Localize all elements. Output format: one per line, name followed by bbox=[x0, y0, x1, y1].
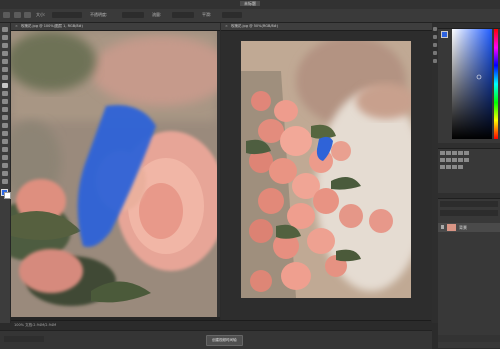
brush-settings-icon[interactable] bbox=[24, 12, 31, 18]
invert-icon[interactable] bbox=[440, 165, 445, 169]
document-window-right: × 玫瑰花.jpg @ 50%(RGB/8#) bbox=[221, 23, 437, 320]
right-panels: 背景 bbox=[438, 23, 500, 348]
hand-tool-icon[interactable] bbox=[2, 171, 8, 176]
rose-photo-zoomed bbox=[11, 31, 217, 317]
rose-bouquet-photo bbox=[241, 41, 411, 298]
marquee-tool-icon[interactable] bbox=[2, 35, 8, 40]
smoothing-field[interactable] bbox=[222, 12, 242, 18]
background-color-swatch[interactable] bbox=[4, 192, 11, 199]
paragraph-icon[interactable] bbox=[433, 59, 437, 63]
adjustment-icons-row-3 bbox=[440, 165, 464, 170]
scrollbar-left[interactable] bbox=[217, 31, 220, 317]
tools-panel bbox=[0, 23, 11, 323]
size-label: 大小: bbox=[36, 12, 46, 17]
create-video-timeline-button[interactable]: 创建视频时间轴 bbox=[206, 335, 243, 346]
blend-mode-select[interactable] bbox=[440, 210, 498, 216]
document-tab-left[interactable]: × 玫瑰花.jpg @ 100%(图层 1, RGB/8#) bbox=[11, 23, 220, 31]
clone-stamp-tool-icon[interactable] bbox=[2, 91, 8, 96]
magic-wand-tool-icon[interactable] bbox=[2, 51, 8, 56]
size-field[interactable] bbox=[52, 12, 82, 18]
window-title: 未标题 bbox=[0, 1, 500, 7]
history-brush-tool-icon[interactable] bbox=[2, 99, 8, 104]
brush-preset-icon[interactable] bbox=[14, 12, 21, 18]
canvas-right[interactable] bbox=[241, 41, 411, 298]
hue-saturation-icon[interactable] bbox=[440, 158, 445, 162]
path-selection-tool-icon[interactable] bbox=[2, 155, 8, 160]
home-icon[interactable] bbox=[3, 12, 10, 18]
move-tool-icon[interactable] bbox=[2, 27, 8, 32]
photo-filter-icon[interactable] bbox=[458, 158, 463, 162]
brush-tool-icon[interactable] bbox=[2, 83, 8, 88]
artboard-right bbox=[221, 31, 437, 320]
adjustment-icons-row-1 bbox=[440, 151, 470, 156]
eyedropper-tool-icon[interactable] bbox=[2, 67, 8, 72]
adjustments-panel-header bbox=[438, 143, 500, 149]
flow-field[interactable] bbox=[172, 12, 194, 18]
gradient-tool-icon[interactable] bbox=[2, 115, 8, 120]
levels-icon[interactable] bbox=[446, 151, 451, 155]
document-tab-right[interactable]: × 玫瑰花.jpg @ 50%(RGB/8#) bbox=[221, 23, 437, 31]
type-tool-icon[interactable] bbox=[2, 147, 8, 152]
shape-tool-icon[interactable] bbox=[2, 163, 8, 168]
document-status: 100% 文档:2.94M/2.94M bbox=[14, 323, 57, 327]
timeline-panel: 创建视频时间轴 bbox=[0, 330, 432, 349]
posterize-icon[interactable] bbox=[446, 165, 451, 169]
dodge-tool-icon[interactable] bbox=[2, 131, 8, 136]
blur-tool-icon[interactable] bbox=[2, 123, 8, 128]
smoothing-label: 平滑: bbox=[202, 12, 212, 17]
curves-icon[interactable] bbox=[452, 151, 457, 155]
adjustments-icon[interactable] bbox=[433, 43, 437, 47]
close-icon[interactable]: × bbox=[15, 24, 18, 28]
color-picker-field[interactable] bbox=[452, 29, 492, 139]
lasso-tool-icon[interactable] bbox=[2, 43, 8, 48]
title-bar: 未标题 bbox=[0, 0, 500, 9]
opacity-field[interactable] bbox=[122, 12, 144, 18]
black-white-icon[interactable] bbox=[452, 158, 457, 162]
color-balance-icon[interactable] bbox=[446, 158, 451, 162]
layer-thumbnail bbox=[447, 224, 456, 231]
channel-mixer-icon[interactable] bbox=[464, 158, 469, 162]
properties-icon[interactable] bbox=[433, 35, 437, 39]
pen-tool-icon[interactable] bbox=[2, 139, 8, 144]
eye-icon[interactable] bbox=[441, 225, 444, 229]
brightness-icon[interactable] bbox=[440, 151, 445, 155]
document-window-left: × 玫瑰花.jpg @ 100%(图层 1, RGB/8#) bbox=[11, 23, 220, 320]
layer-filter-bar[interactable] bbox=[440, 201, 498, 207]
layer-row[interactable]: 背景 bbox=[438, 223, 500, 232]
character-icon[interactable] bbox=[433, 51, 437, 55]
zoom-tool-icon[interactable] bbox=[2, 179, 8, 184]
hue-slider[interactable] bbox=[494, 29, 498, 139]
crop-tool-icon[interactable] bbox=[2, 59, 8, 64]
layer-name: 背景 bbox=[459, 225, 467, 230]
threshold-icon[interactable] bbox=[452, 165, 457, 169]
current-color-chip[interactable] bbox=[441, 31, 448, 38]
gradient-map-icon[interactable] bbox=[458, 165, 463, 169]
exposure-icon[interactable] bbox=[458, 151, 463, 155]
layers-panel-header bbox=[438, 193, 500, 199]
layers-footer bbox=[438, 335, 500, 342]
vibrance-icon[interactable] bbox=[464, 151, 469, 155]
adjustment-icons-row-2 bbox=[440, 158, 470, 163]
canvas-left[interactable] bbox=[11, 31, 217, 317]
options-bar: 大小: 不透明度: 流量: 平滑: bbox=[0, 9, 500, 23]
opacity-label: 不透明度: bbox=[90, 12, 108, 17]
history-icon[interactable] bbox=[433, 27, 437, 31]
timeline-controls[interactable] bbox=[4, 336, 44, 342]
close-icon[interactable]: × bbox=[225, 24, 228, 28]
flow-label: 流量: bbox=[152, 12, 162, 17]
healing-tool-icon[interactable] bbox=[2, 75, 8, 80]
eraser-tool-icon[interactable] bbox=[2, 107, 8, 112]
